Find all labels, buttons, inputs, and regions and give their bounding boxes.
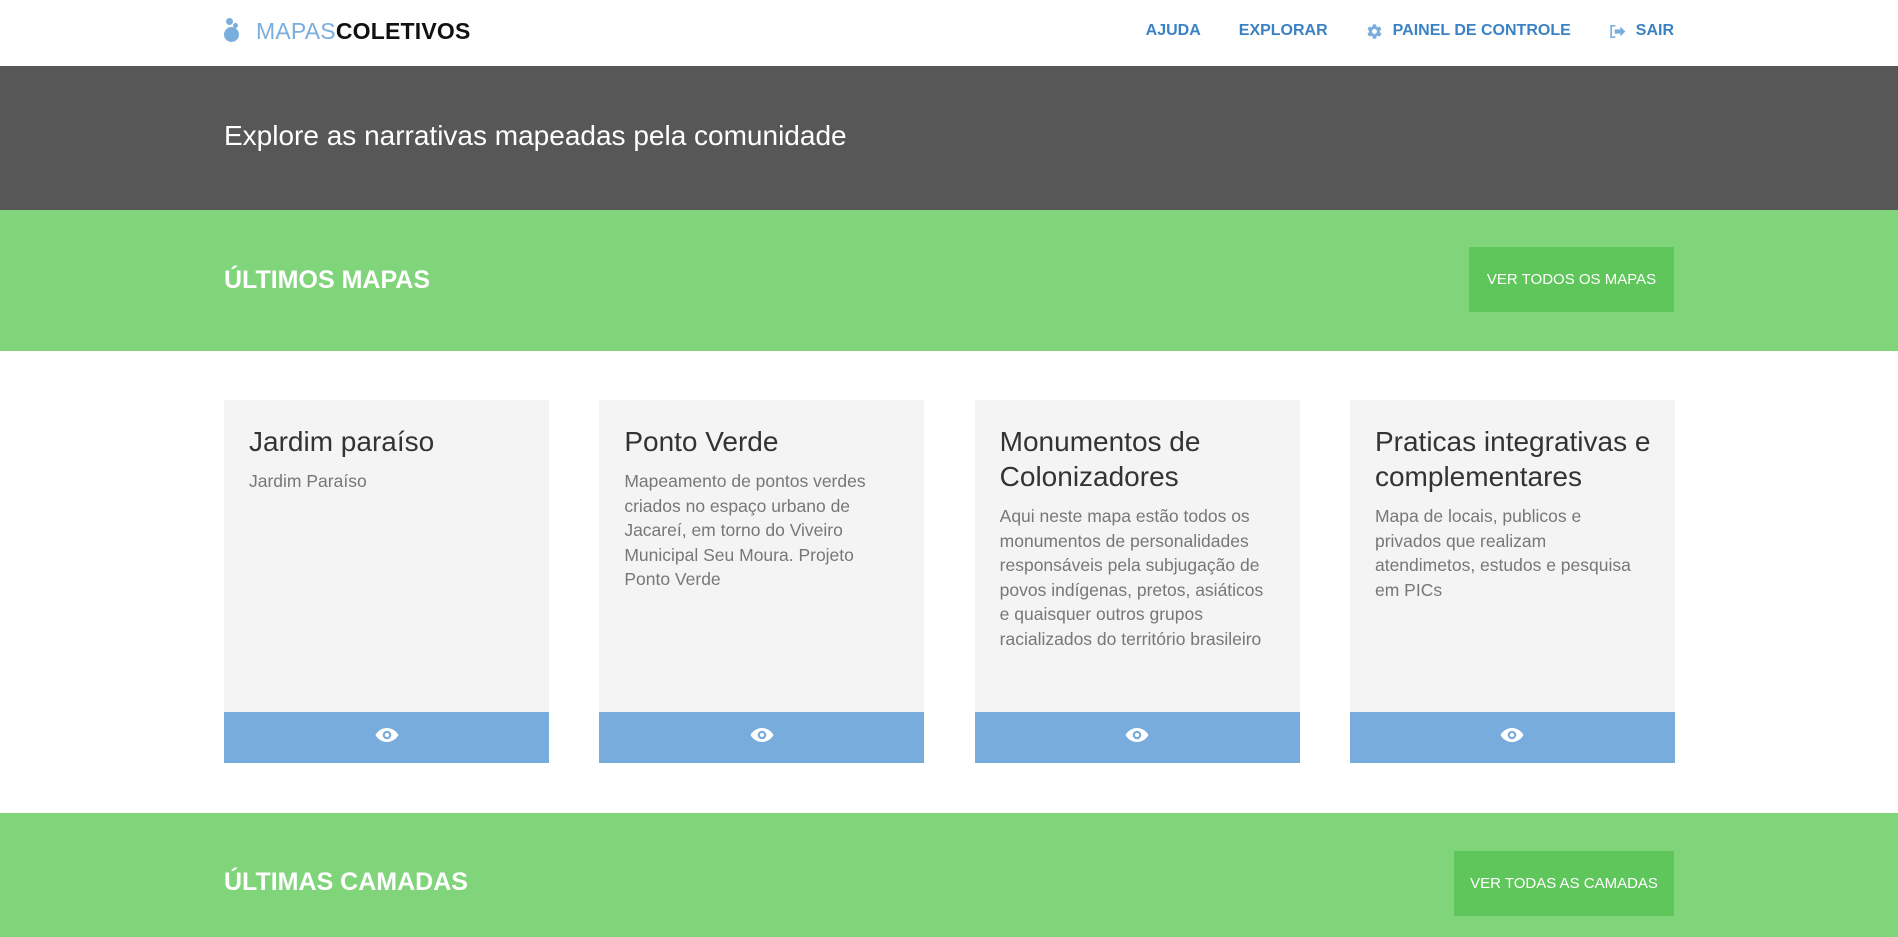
view-all-maps-button[interactable]: VER TODOS OS MAPAS: [1469, 247, 1674, 312]
nav-ajuda-label: AJUDA: [1145, 22, 1201, 39]
latest-layers-title: ÚLTIMAS CAMADAS: [224, 868, 468, 896]
view-map-button[interactable]: [974, 712, 1300, 763]
eye-icon: [375, 728, 399, 747]
logo-bubbles-icon: [224, 18, 246, 44]
banner-heading: Explore as narrativas mapeadas pela comu…: [224, 120, 847, 151]
logo-text-light: MAPAS: [256, 17, 336, 44]
nav-explorar-label: EXPLORAR: [1238, 22, 1328, 39]
gear-icon: [1366, 23, 1383, 40]
map-card-title[interactable]: Jardim paraíso: [249, 424, 531, 459]
latest-maps-section: ÚLTIMOS MAPAS VER TODOS OS MAPAS: [0, 210, 1898, 351]
latest-layers-section: ÚLTIMAS CAMADAS VER TODAS AS CAMADAS: [0, 813, 1898, 937]
hero-banner: Explore as narrativas mapeadas pela comu…: [0, 66, 1898, 210]
nav-sair[interactable]: SAIR: [1609, 22, 1674, 40]
map-card-description: Aqui neste mapa estão todos os monumento…: [999, 506, 1264, 649]
view-map-button[interactable]: [599, 712, 925, 763]
site-logo[interactable]: MAPASCOLETIVOS: [224, 16, 471, 46]
map-card-title[interactable]: Praticas integrativas e complementares: [1375, 424, 1657, 494]
nav-painel-de-controle[interactable]: PAINEL DE CONTROLE: [1366, 22, 1571, 40]
main-nav: AJUDA EXPLORAR PAINEL DE CONTROLE SAIR: [1108, 22, 1674, 40]
map-card[interactable]: Jardim paraíso Jardim Paraíso: [224, 400, 549, 763]
eye-icon: [750, 728, 774, 747]
map-card[interactable]: Praticas integrativas e complementares M…: [1349, 400, 1675, 763]
sign-out-icon: [1609, 24, 1626, 39]
top-navbar: MAPASCOLETIVOS AJUDA EXPLORAR PAINEL DE …: [0, 0, 1898, 66]
latest-maps-title: ÚLTIMOS MAPAS: [224, 266, 431, 294]
map-cards: Jardim paraíso Jardim Paraíso Ponto Verd…: [224, 400, 1675, 763]
nav-sair-label: SAIR: [1635, 22, 1674, 39]
nav-explorar[interactable]: EXPLORAR: [1239, 22, 1328, 40]
nav-painel-label: PAINEL DE CONTROLE: [1392, 22, 1571, 39]
eye-icon: [1500, 728, 1524, 747]
view-all-layers-button[interactable]: VER TODAS AS CAMADAS: [1454, 851, 1674, 916]
view-map-button[interactable]: [224, 712, 549, 763]
map-card-description: Jardim Paraíso: [249, 471, 367, 491]
eye-icon: [1125, 728, 1149, 747]
logo-wordmark: MAPASCOLETIVOS: [256, 18, 471, 45]
map-card[interactable]: Ponto Verde Mapeamento de pontos verdes …: [599, 400, 925, 763]
nav-ajuda[interactable]: AJUDA: [1146, 22, 1201, 40]
view-map-button[interactable]: [1349, 712, 1675, 763]
map-card-description: Mapa de locais, publicos e privados que …: [1374, 506, 1631, 600]
logo-text-bold: COLETIVOS: [335, 17, 471, 44]
map-card-description: Mapeamento de pontos verdes criados no e…: [624, 471, 866, 589]
map-card-title[interactable]: Monumentos de Colonizadores: [1000, 424, 1282, 494]
map-card-title[interactable]: Ponto Verde: [624, 424, 906, 459]
map-card[interactable]: Monumentos de Colonizadores Aqui neste m…: [974, 400, 1300, 763]
